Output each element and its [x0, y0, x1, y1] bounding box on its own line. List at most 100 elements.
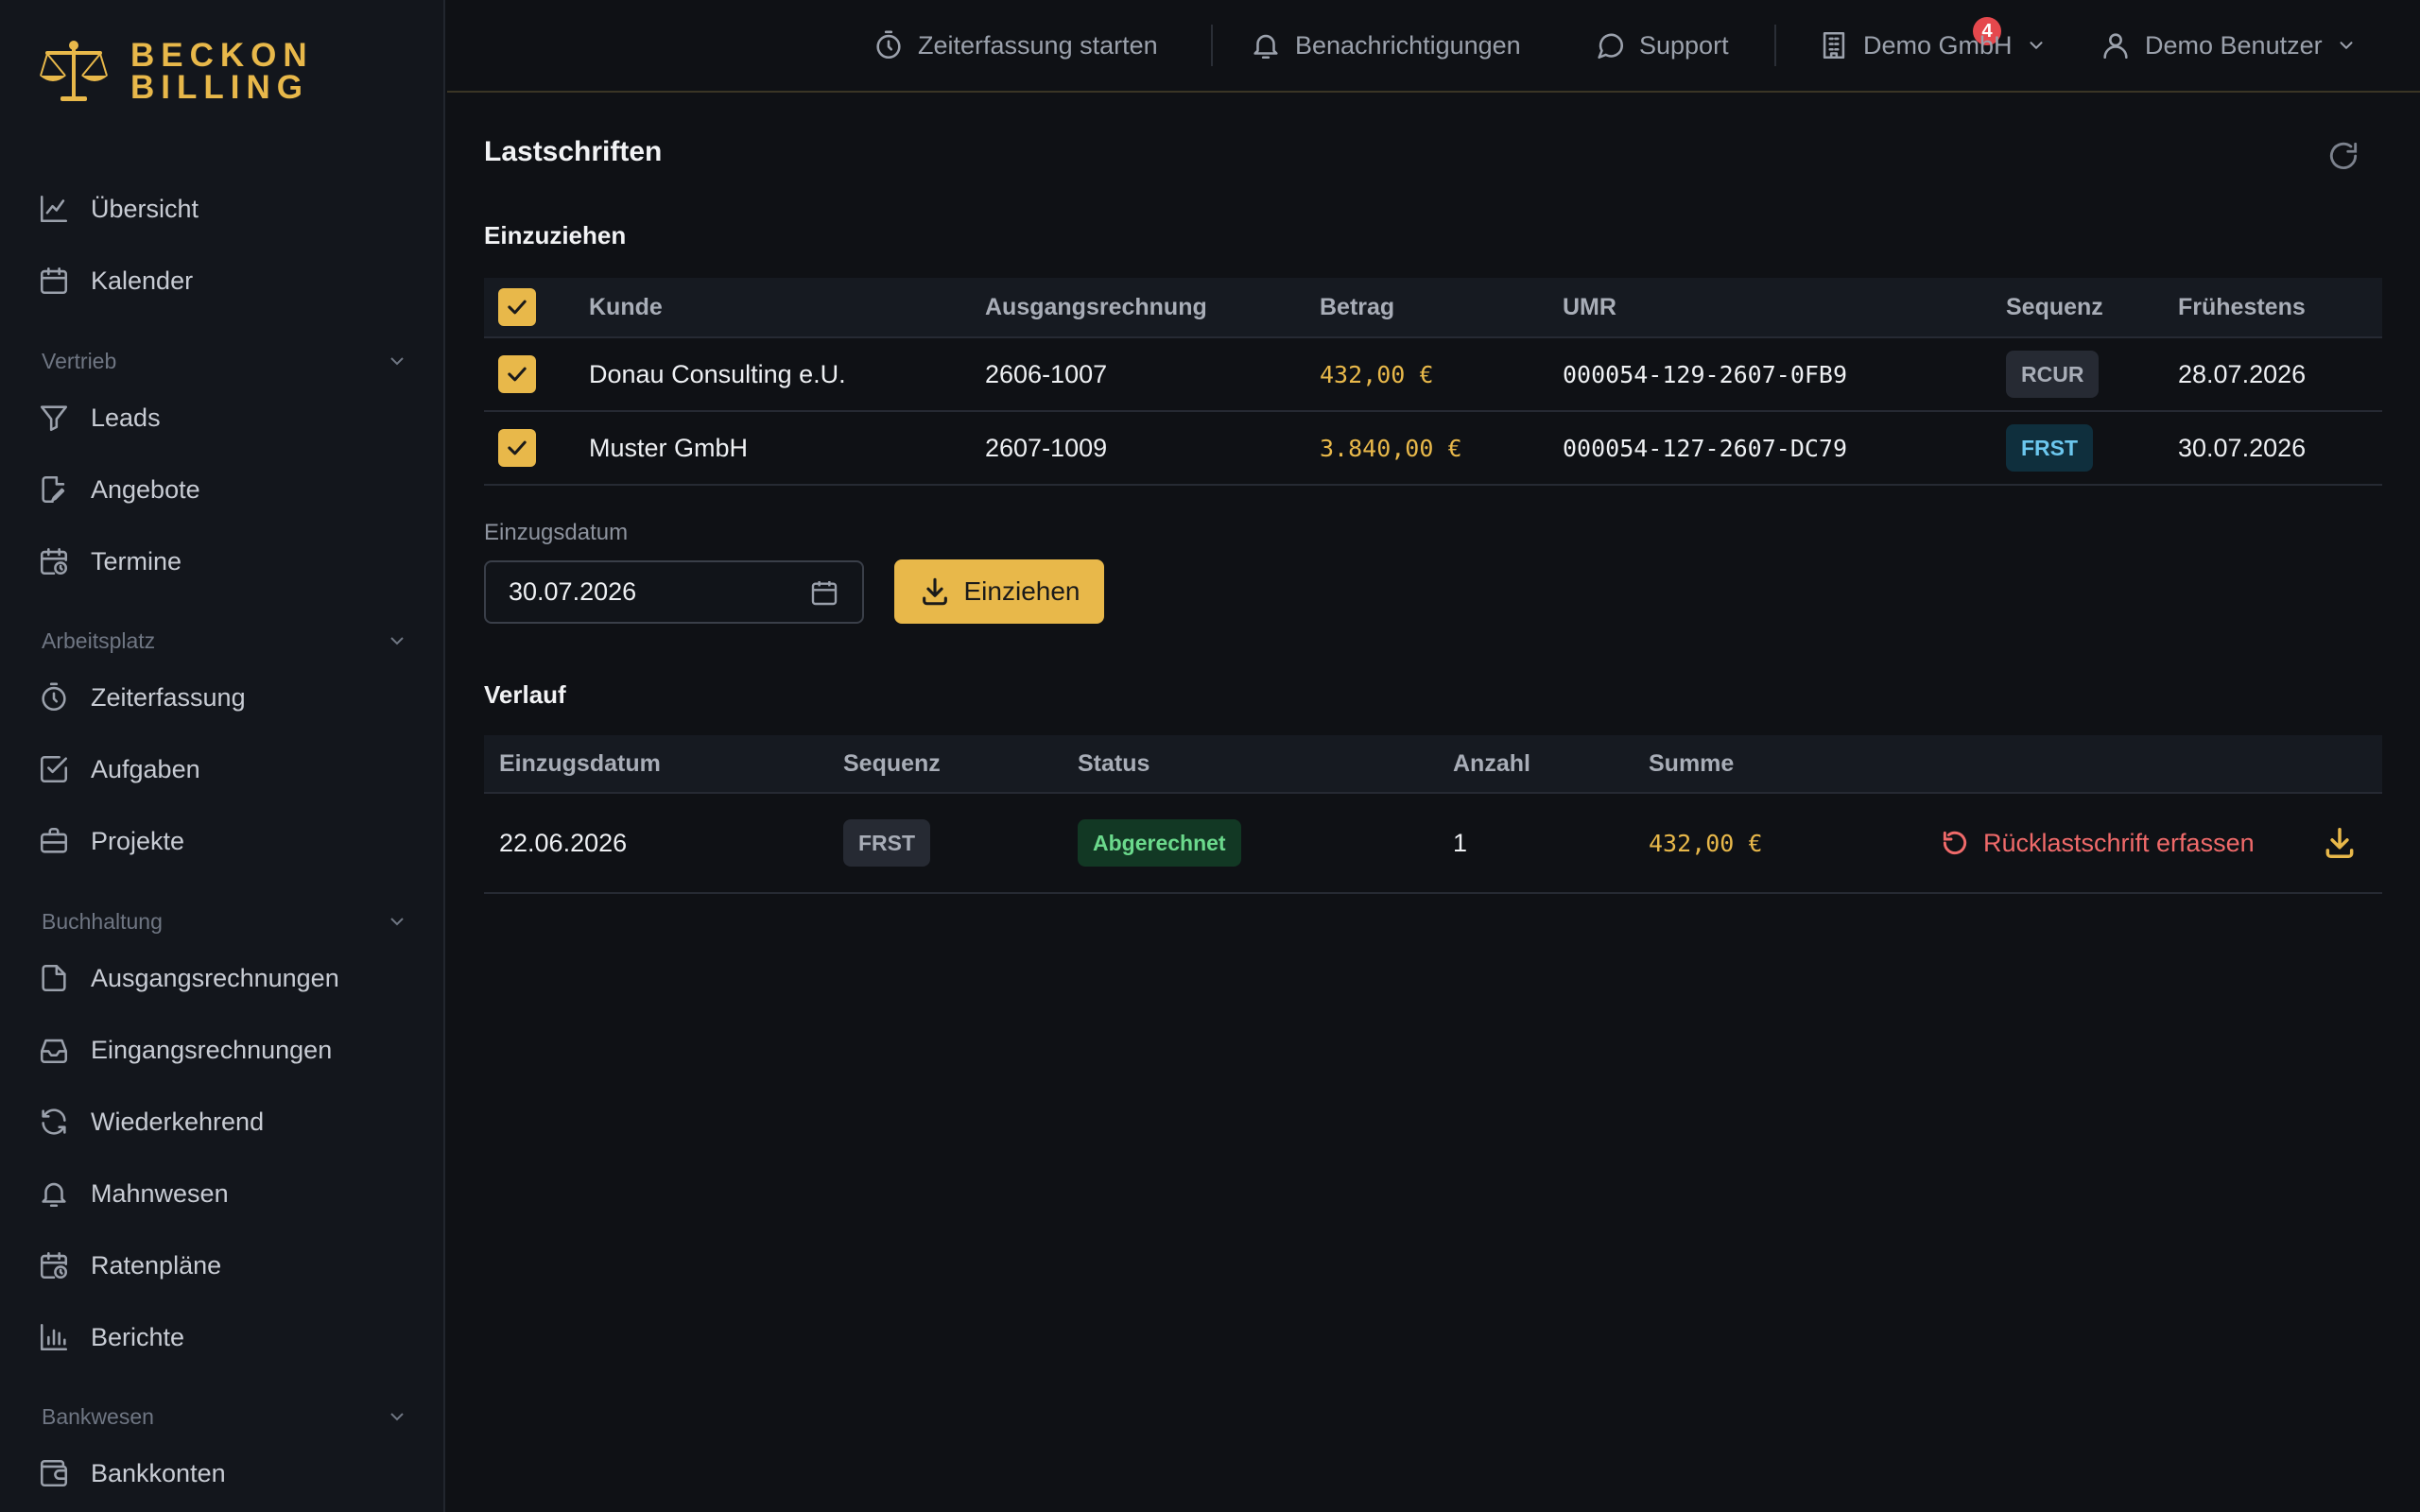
sidebar-section-banking[interactable]: Bankwesen: [42, 1400, 408, 1433]
download-icon: [922, 577, 947, 606]
column-header-sequence[interactable]: Sequenz: [2006, 278, 2103, 336]
amount-cell: 3.840,00 €: [1320, 434, 1462, 462]
column-header-invoice[interactable]: Ausgangsrechnung: [985, 278, 1207, 336]
inbox-icon: [40, 1039, 68, 1064]
table-header: Kunde Ausgangsrechnung Betrag UMR Sequen…: [484, 278, 2382, 338]
customer-cell: Muster GmbH: [589, 433, 749, 462]
record-chargeback-button[interactable]: Rücklastschrift erfassen: [1940, 828, 2255, 858]
sidebar-item-calendar[interactable]: Kalender: [38, 262, 193, 300]
sidebar-item-bank-accounts[interactable]: Bankkonten: [38, 1454, 226, 1492]
stopwatch-icon: [42, 682, 66, 712]
table-row[interactable]: 22.06.2026 FRST Abgerechnet 1 432,00 € R…: [484, 794, 2382, 894]
section-title-collect: Einzuziehen: [484, 221, 627, 249]
count-cell: 1: [1453, 828, 1468, 857]
main-content: Lastschriften Einzuziehen Kunde Ausgangs…: [447, 94, 2420, 1512]
sidebar-section-accounting[interactable]: Buchhaltung: [42, 905, 408, 937]
table-row[interactable]: Muster GmbH 2607-1009 3.840,00 € 000054-…: [484, 412, 2382, 486]
check-icon: [508, 440, 527, 455]
column-header-amount[interactable]: Betrag: [1320, 278, 1394, 336]
table-row[interactable]: Donau Consulting e.U. 2606-1007 432,00 €…: [484, 338, 2382, 412]
sidebar-item-incoming-invoices[interactable]: Eingangsrechnungen: [38, 1031, 332, 1069]
earliest-date-cell: 30.07.2026: [2178, 433, 2307, 462]
sidebar-item-leads[interactable]: Leads: [38, 399, 161, 437]
sequence-badge: FRST: [843, 819, 931, 867]
repeat-icon: [42, 1108, 66, 1135]
chevron-down-icon: [390, 1413, 404, 1421]
calendar-clock-icon: [40, 1251, 68, 1280]
column-header-count[interactable]: Anzahl: [1453, 735, 1530, 792]
invoice-cell[interactable]: 2607-1009: [985, 412, 1107, 484]
sidebar-section-workspace[interactable]: Arbeitsplatz: [42, 625, 408, 657]
sidebar-item-installments[interactable]: Ratenpläne: [38, 1246, 221, 1284]
column-header-umr[interactable]: UMR: [1563, 278, 1616, 336]
calendar-icon: [40, 266, 68, 295]
column-header-sequence[interactable]: Sequenz: [843, 735, 941, 792]
status-badge: Abgerechnet: [1078, 819, 1241, 867]
file-edit-icon: [42, 475, 65, 504]
calendar-icon[interactable]: [809, 577, 839, 608]
collection-date-input[interactable]: 30.07.2026: [484, 560, 864, 624]
sidebar-item-overview[interactable]: Übersicht: [38, 190, 199, 228]
bell-icon: [1253, 34, 1278, 60]
umr-cell: 000054-129-2607-0FB9: [1563, 360, 1848, 388]
check-icon: [508, 367, 527, 382]
column-header-date[interactable]: Einzugsdatum: [499, 735, 661, 792]
row-checkbox[interactable]: [498, 355, 536, 393]
bar-chart-icon: [40, 1323, 68, 1351]
sidebar-item-projects[interactable]: Projekte: [38, 822, 184, 860]
brand-name: BECKON BILLING: [130, 37, 314, 106]
chat-icon: [1598, 33, 1624, 60]
company-switcher[interactable]: Demo GmbH: [1818, 26, 2047, 64]
column-header-sum[interactable]: Summe: [1649, 735, 1734, 792]
download-icon: [2325, 828, 2354, 858]
collection-date-label: Einzugsdatum: [484, 520, 629, 545]
bell-icon: [42, 1182, 66, 1208]
brand-logo[interactable]: BECKON BILLING: [38, 38, 314, 106]
refresh-icon: [2329, 142, 2358, 169]
chart-line-icon: [40, 195, 68, 223]
header-divider: [1211, 25, 1213, 66]
invoice-cell[interactable]: 2606-1007: [985, 338, 1107, 410]
sidebar-item-dunning[interactable]: Mahnwesen: [38, 1175, 229, 1212]
user-icon: [2103, 33, 2128, 60]
header-divider: [1774, 25, 1776, 66]
sidebar: BECKON BILLING Übersicht Kalender Vertri…: [0, 0, 445, 1512]
user-menu[interactable]: Demo Benutzer: [2100, 26, 2357, 64]
sidebar-item-quotes[interactable]: Angebote: [38, 471, 200, 508]
table-header: Einzugsdatum Sequenz Status Anzahl Summe: [484, 735, 2382, 794]
chevron-down-icon: [390, 918, 404, 926]
select-all-checkbox[interactable]: [498, 288, 536, 326]
sequence-badge: FRST: [2006, 424, 2094, 472]
scales-icon: [40, 41, 108, 101]
building-icon: [1823, 31, 1845, 60]
umr-cell: 000054-127-2607-DC79: [1563, 434, 1848, 462]
wallet-icon: [40, 1459, 68, 1487]
column-header-earliest[interactable]: Frühestens: [2178, 278, 2306, 336]
section-title-history: Verlauf: [484, 680, 566, 709]
earliest-date-cell: 28.07.2026: [2178, 359, 2307, 388]
sidebar-section-sales[interactable]: Vertrieb: [42, 345, 408, 377]
briefcase-icon: [40, 827, 68, 853]
sidebar-item-appointments[interactable]: Termine: [38, 542, 182, 580]
undo-icon: [1943, 831, 1967, 855]
row-checkbox[interactable]: [498, 429, 536, 467]
sidebar-item-outgoing-invoices[interactable]: Ausgangsrechnungen: [38, 959, 339, 997]
date-cell: 22.06.2026: [499, 828, 628, 857]
sidebar-item-tasks[interactable]: Aufgaben: [38, 750, 200, 788]
collect-button[interactable]: Einziehen: [894, 559, 1104, 624]
customer-cell: Donau Consulting e.U.: [589, 359, 846, 388]
file-icon: [42, 964, 66, 992]
sidebar-item-time-tracking[interactable]: Zeiterfassung: [38, 679, 246, 716]
sidebar-item-reports[interactable]: Berichte: [38, 1318, 184, 1356]
column-header-status[interactable]: Status: [1078, 735, 1150, 792]
chevron-down-icon: [2030, 42, 2043, 49]
download-file-button[interactable]: [2322, 825, 2358, 861]
support-button[interactable]: Support: [1594, 26, 1729, 64]
sidebar-item-recurring[interactable]: Wiederkehrend: [38, 1103, 264, 1141]
start-time-tracking-button[interactable]: Zeiterfassung starten: [873, 26, 1158, 64]
column-header-customer[interactable]: Kunde: [589, 278, 663, 336]
refresh-button[interactable]: [2325, 138, 2361, 174]
sum-cell: 432,00 €: [1649, 829, 1763, 857]
notifications-button[interactable]: Benachrichtigungen: [1250, 26, 1521, 64]
chevron-down-icon: [390, 637, 404, 645]
